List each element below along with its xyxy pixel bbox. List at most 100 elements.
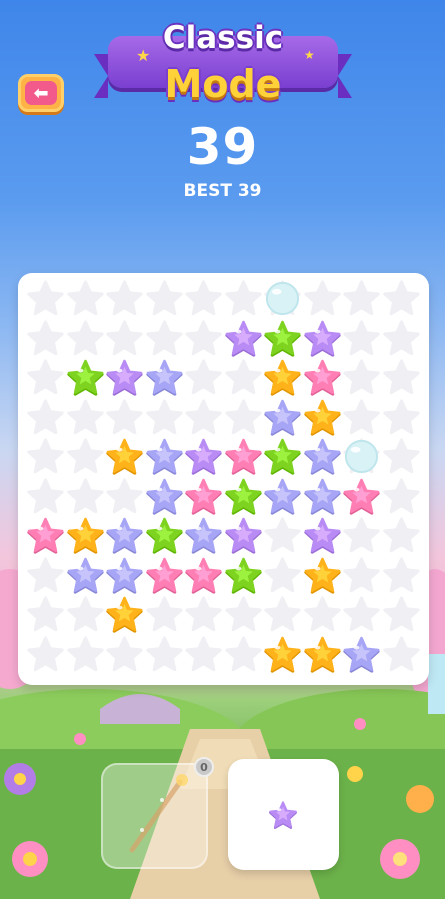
orange-star-cell[interactable]: [303, 398, 342, 437]
empty-cell[interactable]: [342, 595, 381, 634]
empty-cell[interactable]: [26, 437, 65, 476]
empty-cell[interactable]: [184, 398, 223, 437]
empty-cell[interactable]: [184, 635, 223, 674]
game-board[interactable]: [18, 273, 429, 685]
purple-star-cell[interactable]: [303, 516, 342, 555]
empty-cell[interactable]: [224, 279, 263, 318]
empty-cell[interactable]: [66, 635, 105, 674]
empty-cell[interactable]: [382, 279, 421, 318]
empty-cell[interactable]: [382, 516, 421, 555]
green-star-cell[interactable]: [145, 516, 184, 555]
orange-star-cell[interactable]: [263, 635, 302, 674]
lavender-star-cell[interactable]: [105, 516, 144, 555]
empty-cell[interactable]: [66, 279, 105, 318]
lavender-star-cell[interactable]: [145, 477, 184, 516]
empty-cell[interactable]: [263, 516, 302, 555]
star-piece[interactable]: [268, 800, 298, 830]
lavender-star-cell[interactable]: [145, 358, 184, 397]
lavender-star-cell[interactable]: [303, 437, 342, 476]
pink-star-cell[interactable]: [224, 437, 263, 476]
empty-cell[interactable]: [145, 635, 184, 674]
empty-cell[interactable]: [26, 595, 65, 634]
lavender-star-cell[interactable]: [184, 516, 223, 555]
pink-star-cell[interactable]: [342, 477, 381, 516]
bubble-cell[interactable]: [263, 279, 302, 318]
empty-cell[interactable]: [26, 635, 65, 674]
empty-cell[interactable]: [66, 319, 105, 358]
back-button[interactable]: ⬅: [18, 74, 64, 112]
lavender-star-cell[interactable]: [145, 437, 184, 476]
empty-cell[interactable]: [145, 319, 184, 358]
empty-cell[interactable]: [184, 358, 223, 397]
empty-cell[interactable]: [342, 556, 381, 595]
empty-cell[interactable]: [382, 358, 421, 397]
empty-cell[interactable]: [26, 556, 65, 595]
pink-star-cell[interactable]: [184, 477, 223, 516]
empty-cell[interactable]: [66, 398, 105, 437]
orange-star-cell[interactable]: [105, 595, 144, 634]
bubble-cell[interactable]: [342, 437, 381, 476]
empty-cell[interactable]: [382, 437, 421, 476]
empty-cell[interactable]: [342, 319, 381, 358]
empty-cell[interactable]: [382, 595, 421, 634]
orange-star-cell[interactable]: [66, 516, 105, 555]
empty-cell[interactable]: [263, 556, 302, 595]
lavender-star-cell[interactable]: [105, 556, 144, 595]
green-star-cell[interactable]: [224, 477, 263, 516]
lavender-star-cell[interactable]: [303, 477, 342, 516]
empty-cell[interactable]: [263, 595, 302, 634]
empty-cell[interactable]: [382, 477, 421, 516]
empty-cell[interactable]: [145, 398, 184, 437]
empty-cell[interactable]: [105, 477, 144, 516]
empty-cell[interactable]: [224, 595, 263, 634]
green-star-cell[interactable]: [263, 319, 302, 358]
empty-cell[interactable]: [26, 398, 65, 437]
empty-cell[interactable]: [66, 477, 105, 516]
empty-cell[interactable]: [342, 516, 381, 555]
empty-cell[interactable]: [105, 319, 144, 358]
orange-star-cell[interactable]: [303, 556, 342, 595]
pink-star-cell[interactable]: [145, 556, 184, 595]
empty-cell[interactable]: [184, 279, 223, 318]
empty-cell[interactable]: [145, 595, 184, 634]
lavender-star-cell[interactable]: [263, 398, 302, 437]
empty-cell[interactable]: [382, 319, 421, 358]
pink-star-cell[interactable]: [184, 556, 223, 595]
empty-cell[interactable]: [26, 319, 65, 358]
pink-star-cell[interactable]: [26, 516, 65, 555]
purple-star-cell[interactable]: [184, 437, 223, 476]
orange-star-cell[interactable]: [105, 437, 144, 476]
green-star-cell[interactable]: [66, 358, 105, 397]
orange-star-cell[interactable]: [303, 635, 342, 674]
empty-cell[interactable]: [26, 279, 65, 318]
empty-cell[interactable]: [342, 358, 381, 397]
empty-cell[interactable]: [382, 556, 421, 595]
empty-cell[interactable]: [145, 279, 184, 318]
orange-star-cell[interactable]: [263, 358, 302, 397]
purple-star-cell[interactable]: [105, 358, 144, 397]
empty-cell[interactable]: [105, 635, 144, 674]
empty-cell[interactable]: [184, 319, 223, 358]
empty-cell[interactable]: [342, 398, 381, 437]
lavender-star-cell[interactable]: [342, 635, 381, 674]
purple-star-cell[interactable]: [224, 319, 263, 358]
empty-cell[interactable]: [184, 595, 223, 634]
green-star-cell[interactable]: [224, 556, 263, 595]
empty-cell[interactable]: [105, 398, 144, 437]
empty-cell[interactable]: [303, 595, 342, 634]
empty-cell[interactable]: [105, 279, 144, 318]
empty-cell[interactable]: [382, 398, 421, 437]
pink-star-cell[interactable]: [303, 358, 342, 397]
empty-cell[interactable]: [303, 279, 342, 318]
empty-cell[interactable]: [224, 398, 263, 437]
green-star-cell[interactable]: [263, 437, 302, 476]
empty-cell[interactable]: [382, 635, 421, 674]
empty-cell[interactable]: [224, 358, 263, 397]
empty-cell[interactable]: [224, 635, 263, 674]
empty-cell[interactable]: [26, 358, 65, 397]
empty-cell[interactable]: [66, 595, 105, 634]
empty-cell[interactable]: [66, 437, 105, 476]
empty-cell[interactable]: [342, 279, 381, 318]
lavender-star-cell[interactable]: [66, 556, 105, 595]
purple-star-cell[interactable]: [224, 516, 263, 555]
